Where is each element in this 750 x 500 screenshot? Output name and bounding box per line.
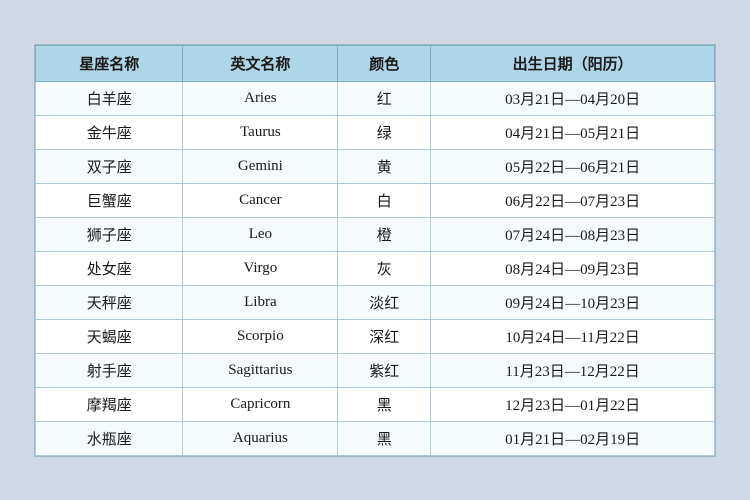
table-body: 白羊座Aries红03月21日—04月20日金牛座Taurus绿04月21日—0…: [36, 81, 715, 455]
cell-english-name: Aries: [183, 81, 338, 115]
cell-color: 黄: [338, 149, 431, 183]
table-row: 狮子座Leo橙07月24日—08月23日: [36, 217, 715, 251]
table-header-row: 星座名称 英文名称 颜色 出生日期（阳历）: [36, 45, 715, 81]
cell-dates: 04月21日—05月21日: [431, 115, 715, 149]
cell-english-name: Leo: [183, 217, 338, 251]
cell-dates: 12月23日—01月22日: [431, 387, 715, 421]
cell-dates: 06月22日—07月23日: [431, 183, 715, 217]
cell-color: 黑: [338, 421, 431, 455]
table-row: 巨蟹座Cancer白06月22日—07月23日: [36, 183, 715, 217]
header-color: 颜色: [338, 45, 431, 81]
header-dates: 出生日期（阳历）: [431, 45, 715, 81]
cell-color: 灰: [338, 251, 431, 285]
cell-chinese-name: 天秤座: [36, 285, 183, 319]
cell-english-name: Scorpio: [183, 319, 338, 353]
table-row: 双子座Gemini黄05月22日—06月21日: [36, 149, 715, 183]
cell-dates: 03月21日—04月20日: [431, 81, 715, 115]
cell-chinese-name: 处女座: [36, 251, 183, 285]
cell-dates: 08月24日—09月23日: [431, 251, 715, 285]
cell-chinese-name: 摩羯座: [36, 387, 183, 421]
cell-color: 淡红: [338, 285, 431, 319]
cell-color: 深红: [338, 319, 431, 353]
table-row: 天蝎座Scorpio深红10月24日—11月22日: [36, 319, 715, 353]
cell-english-name: Virgo: [183, 251, 338, 285]
cell-english-name: Aquarius: [183, 421, 338, 455]
header-chinese-name: 星座名称: [36, 45, 183, 81]
cell-chinese-name: 射手座: [36, 353, 183, 387]
table-row: 白羊座Aries红03月21日—04月20日: [36, 81, 715, 115]
table-row: 射手座Sagittarius紫红11月23日—12月22日: [36, 353, 715, 387]
table-row: 水瓶座Aquarius黑01月21日—02月19日: [36, 421, 715, 455]
cell-chinese-name: 天蝎座: [36, 319, 183, 353]
cell-dates: 01月21日—02月19日: [431, 421, 715, 455]
table-row: 金牛座Taurus绿04月21日—05月21日: [36, 115, 715, 149]
cell-dates: 10月24日—11月22日: [431, 319, 715, 353]
cell-english-name: Capricorn: [183, 387, 338, 421]
cell-chinese-name: 金牛座: [36, 115, 183, 149]
cell-english-name: Gemini: [183, 149, 338, 183]
cell-chinese-name: 水瓶座: [36, 421, 183, 455]
cell-dates: 11月23日—12月22日: [431, 353, 715, 387]
cell-color: 紫红: [338, 353, 431, 387]
table-row: 摩羯座Capricorn黑12月23日—01月22日: [36, 387, 715, 421]
cell-color: 红: [338, 81, 431, 115]
cell-english-name: Cancer: [183, 183, 338, 217]
cell-english-name: Sagittarius: [183, 353, 338, 387]
cell-english-name: Libra: [183, 285, 338, 319]
cell-english-name: Taurus: [183, 115, 338, 149]
cell-dates: 05月22日—06月21日: [431, 149, 715, 183]
header-english-name: 英文名称: [183, 45, 338, 81]
cell-color: 橙: [338, 217, 431, 251]
zodiac-table: 星座名称 英文名称 颜色 出生日期（阳历） 白羊座Aries红03月21日—04…: [35, 45, 715, 456]
table-row: 处女座Virgo灰08月24日—09月23日: [36, 251, 715, 285]
cell-chinese-name: 巨蟹座: [36, 183, 183, 217]
cell-color: 绿: [338, 115, 431, 149]
cell-color: 白: [338, 183, 431, 217]
cell-chinese-name: 白羊座: [36, 81, 183, 115]
cell-color: 黑: [338, 387, 431, 421]
table-row: 天秤座Libra淡红09月24日—10月23日: [36, 285, 715, 319]
cell-dates: 07月24日—08月23日: [431, 217, 715, 251]
cell-chinese-name: 狮子座: [36, 217, 183, 251]
cell-chinese-name: 双子座: [36, 149, 183, 183]
zodiac-table-wrapper: 星座名称 英文名称 颜色 出生日期（阳历） 白羊座Aries红03月21日—04…: [34, 44, 716, 457]
cell-dates: 09月24日—10月23日: [431, 285, 715, 319]
